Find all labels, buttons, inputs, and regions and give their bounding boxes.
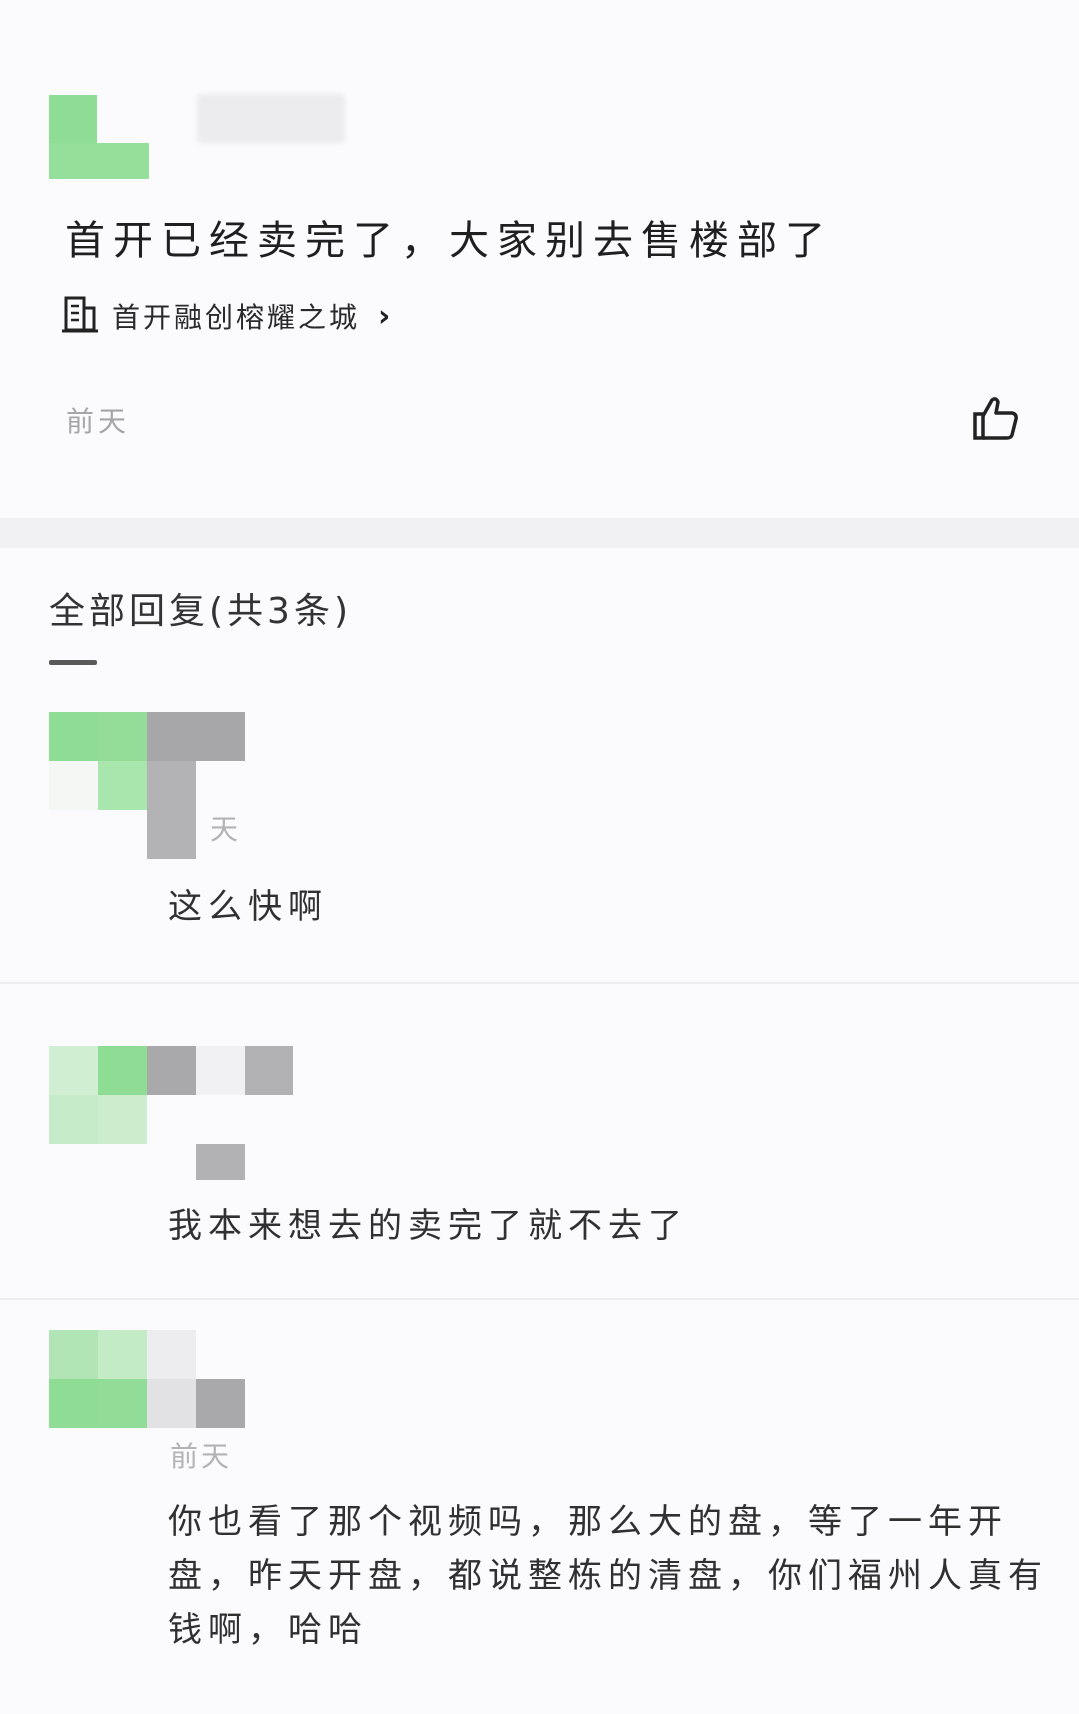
replies-header: 全部回复(共3条) [49,591,352,632]
comment-item: 我本来想去的卖完了就不去了 [0,984,1079,1300]
comment-text: 这么快啊 [168,887,328,927]
building-icon [62,294,98,338]
tab-underline [49,660,97,665]
post-time: 前天 [66,405,131,438]
thumbs-up-icon[interactable] [972,394,1020,442]
comment-time: 前天 [170,1440,233,1473]
chevron-right-icon: › [378,298,391,334]
section-divider [0,518,1079,548]
project-name: 首开融创榕耀之城 [112,301,361,334]
project-link[interactable]: 首开融创榕耀之城 › [62,296,390,336]
username-blurred[interactable] [197,94,345,143]
post-card: 首开已经卖完了，大家别去售楼部了 首开融创榕耀之城 › 前天 [0,0,1079,518]
comment-item: 前天 你也看了那个视频吗，那么大的盘，等了一年开盘，昨天开盘，都说整栋的清盘，你… [0,1300,1079,1714]
comment-text: 你也看了那个视频吗，那么大的盘，等了一年开盘，昨天开盘，都说整栋的清盘，你们福州… [168,1502,1048,1650]
comment-item: 天 这么快啊 [0,700,1079,984]
post-text: 首开已经卖完了，大家别去售楼部了 [65,218,833,264]
comment-text: 我本来想去的卖完了就不去了 [168,1206,688,1246]
avatar[interactable] [49,95,149,179]
comment-time: 天 [210,813,242,846]
